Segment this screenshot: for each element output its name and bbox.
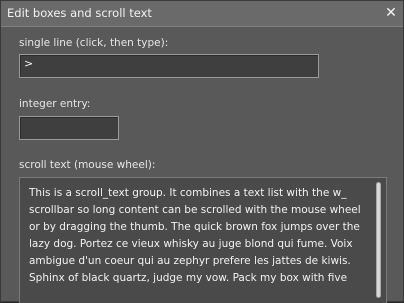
- close-icon: ✕: [385, 5, 397, 21]
- scroll-text-line: or by dragging the thumb. The quick brow…: [29, 221, 360, 233]
- single-line-value: >: [24, 57, 34, 70]
- scroll-text-line: lazy dog. Portez ce vieux whisky au juge…: [29, 238, 353, 250]
- scroll-text-content: This is a scroll_text group. It combines…: [29, 185, 370, 287]
- single-line-input[interactable]: >: [19, 54, 319, 78]
- integer-entry-input[interactable]: [19, 116, 119, 140]
- scroll-text-label: scroll text (mouse wheel):: [19, 159, 156, 171]
- edit-boxes-window: Edit boxes and scroll text ✕ single line…: [0, 0, 404, 303]
- window-title: Edit boxes and scroll text: [7, 6, 152, 20]
- scroll-text-area[interactable]: This is a scroll_text group. It combines…: [19, 177, 387, 303]
- scrollbar-thumb[interactable]: [376, 182, 381, 298]
- title-bar[interactable]: Edit boxes and scroll text ✕: [1, 1, 403, 27]
- single-line-label: single line (click, then type):: [19, 37, 169, 49]
- integer-entry-label: integer entry:: [19, 98, 91, 110]
- scroll-text-line: This is a scroll_text group. It combines…: [29, 187, 347, 199]
- scroll-text-line: Sphinx of black quartz, judge my vow. Pa…: [29, 272, 348, 284]
- scroll-text-line: scrollbar so long content can be scrolle…: [29, 204, 361, 216]
- scroll-text-line: ambigue d'un coeur qui au zephyr prefere…: [29, 255, 351, 267]
- close-button[interactable]: ✕: [381, 3, 401, 23]
- scrollbar-track[interactable]: [375, 182, 382, 303]
